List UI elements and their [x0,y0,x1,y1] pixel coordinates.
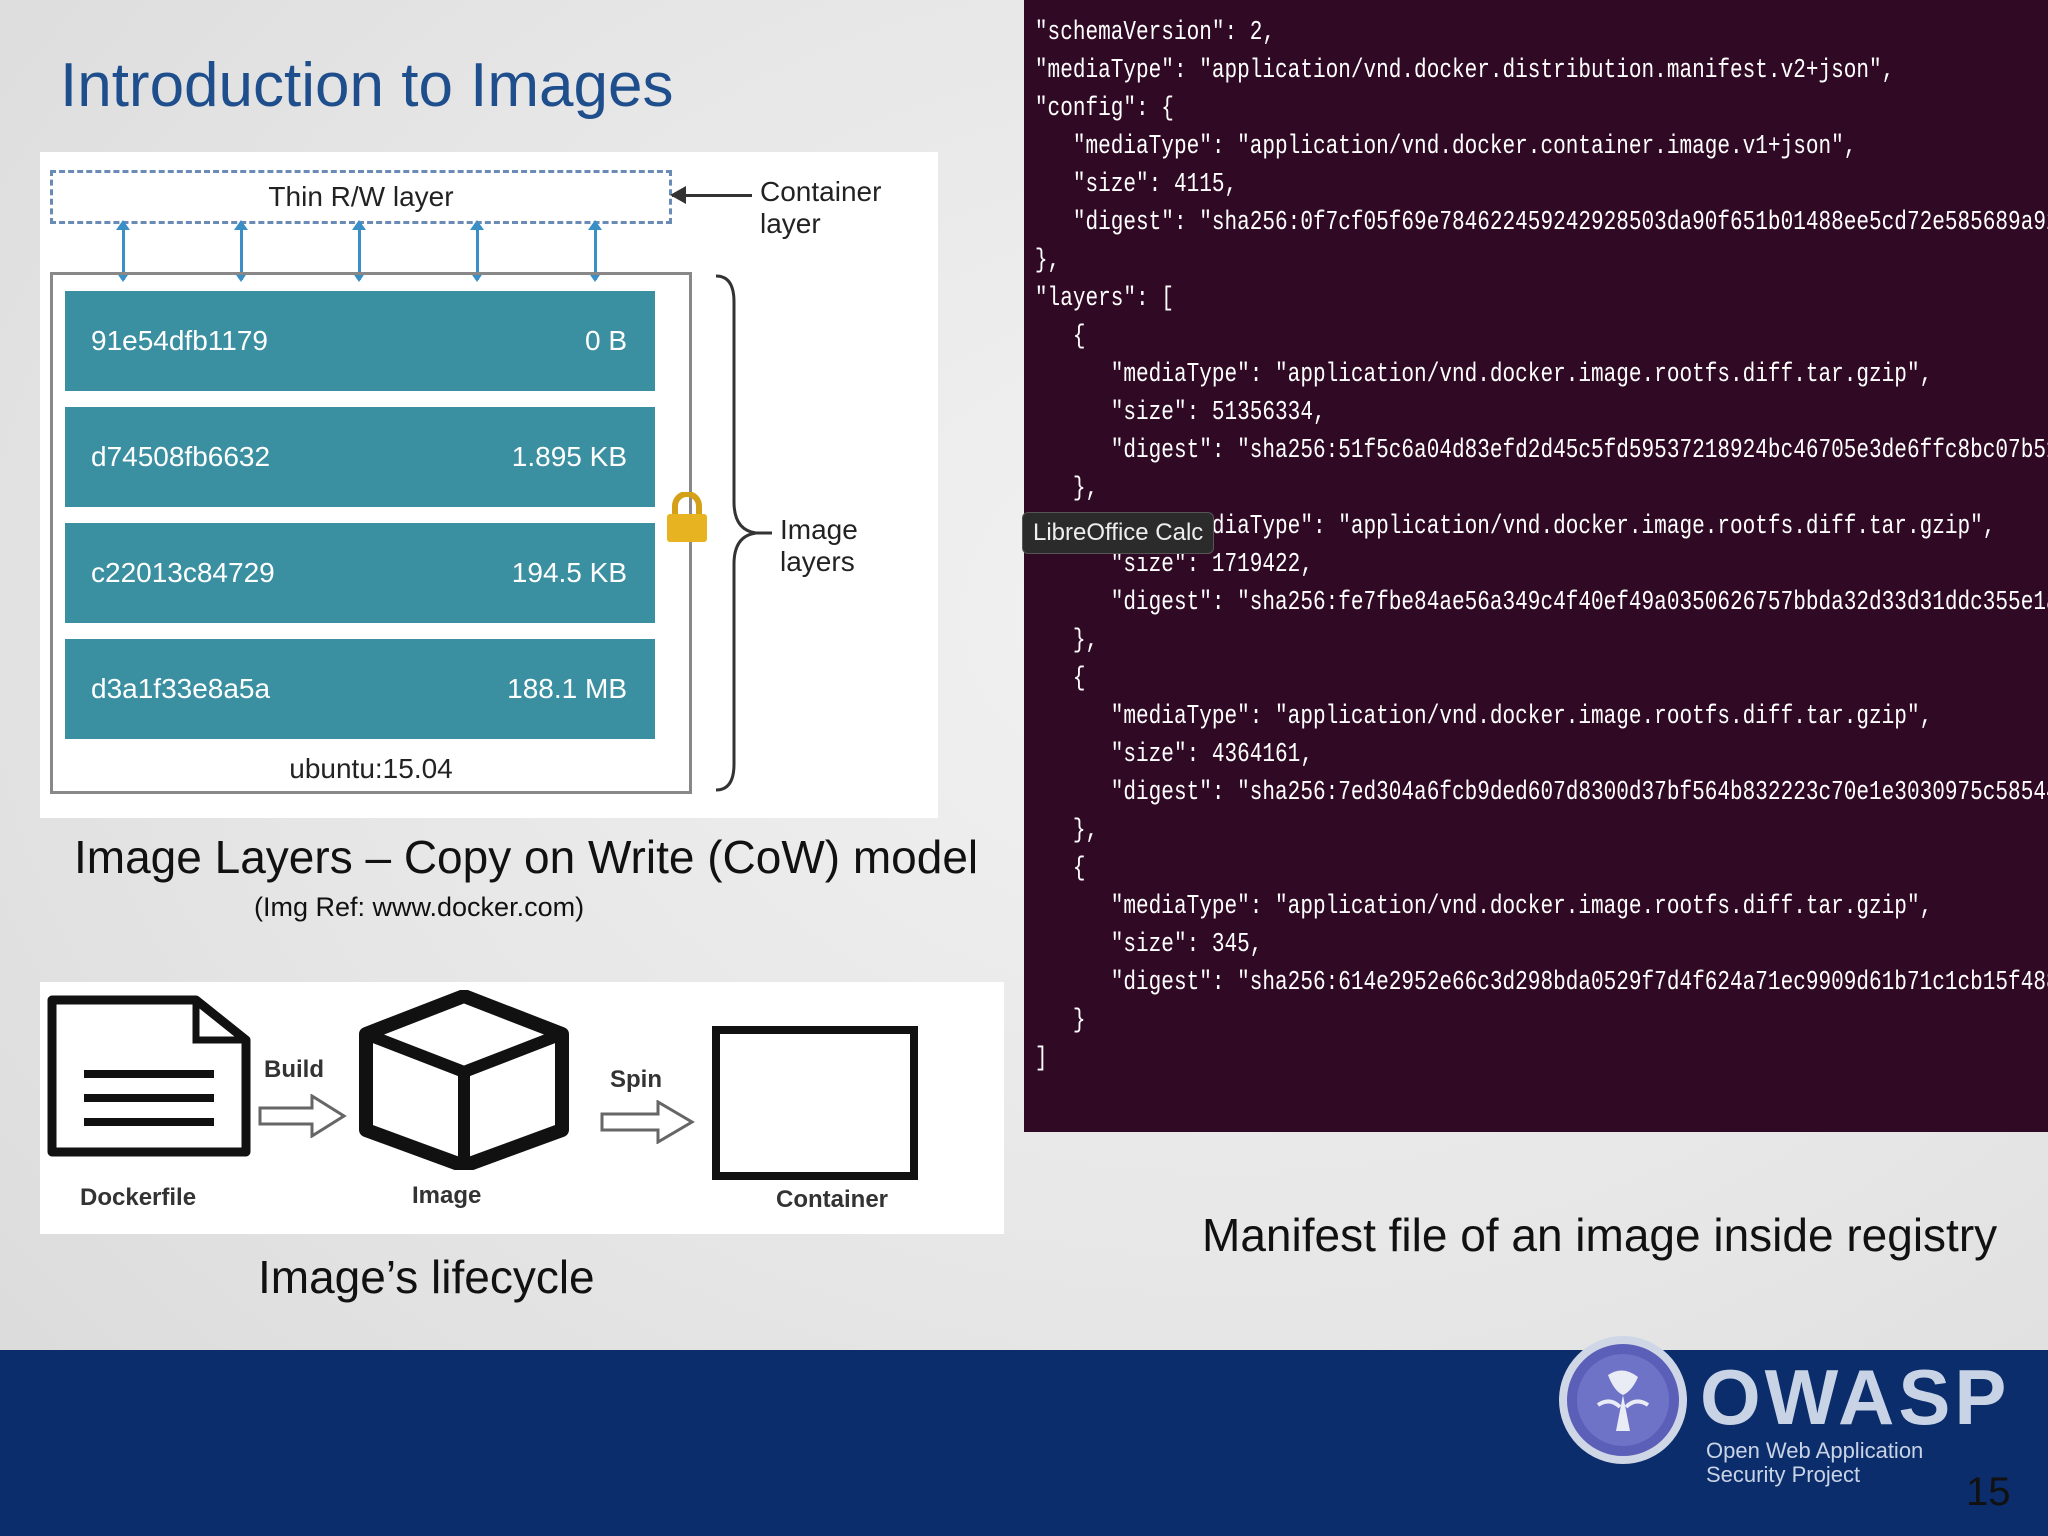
arrow-right-icon [600,1100,695,1144]
owasp-tagline: Security Project [1706,1462,1861,1487]
build-label: Build [264,1056,324,1083]
owasp-wordmark: OWASP [1700,1353,2011,1441]
layer-size: 194.5 KB [511,557,627,588]
manifest-caption: Manifest file of an image inside registr… [1202,1209,1998,1261]
layer-row: d3a1f33e8a5a 188.1 MB [65,639,655,739]
arrow-right-icon [258,1094,347,1138]
slide-title: Introduction to Images [60,51,674,120]
owasp-wasp-logo-icon [1559,1336,1687,1464]
layer-size: 1.895 KB [511,441,627,472]
dockerfile-label: Dockerfile [80,1184,197,1211]
layer-row: c22013c84729 194.5 KB [65,523,655,623]
owasp-tagline: Open Web Application [1706,1438,1924,1463]
image-box: 91e54dfb1179 0 B d74508fb6632 1.895 KB c… [50,272,692,794]
cube-icon [359,990,569,1170]
layer-row: d74508fb6632 1.895 KB [65,407,655,507]
lock-icon [667,492,707,542]
page-number: 15 [1966,1470,2011,1514]
base-image-label: ubuntu:15.04 [289,753,453,784]
lifecycle-caption: Image’s lifecycle [258,1251,595,1303]
app-tooltip: LibreOffice Calc [1022,512,1215,554]
document-icon [47,995,251,1157]
terminal-window[interactable]: "schemaVersion": 2, "mediaType": "applic… [1024,0,2048,1132]
image-lifecycle-diagram: Dockerfile Build Image Spin Container [40,982,1004,1234]
container-box [712,1026,918,1180]
layer-id: c22013c84729 [91,557,275,588]
layer-id: 91e54dfb1179 [91,325,268,356]
layer-size: 188.1 MB [507,673,627,704]
layer-id: d74508fb6632 [91,441,271,472]
layer-id: d3a1f33e8a5a [91,673,271,704]
curly-brace-icon [715,274,772,792]
layers-caption: Image Layers – Copy on Write (CoW) model [74,831,979,883]
container-label: Container [776,1186,889,1213]
layer-size: 0 B [584,325,627,356]
image-reference: (Img Ref: www.docker.com) [254,892,585,922]
spin-label: Spin [610,1066,662,1093]
thin-rw-layer: Thin R/W layer [50,170,672,224]
arrow-left-icon [670,186,752,204]
image-layers-diagram: Thin R/W layer Container layer 91e54dfb1… [40,152,938,818]
image-layers-label: Image layers [780,514,858,577]
image-label: Image [412,1182,482,1209]
container-layer-label: Container layer [760,176,882,239]
layer-row: 91e54dfb1179 0 B [65,291,655,391]
